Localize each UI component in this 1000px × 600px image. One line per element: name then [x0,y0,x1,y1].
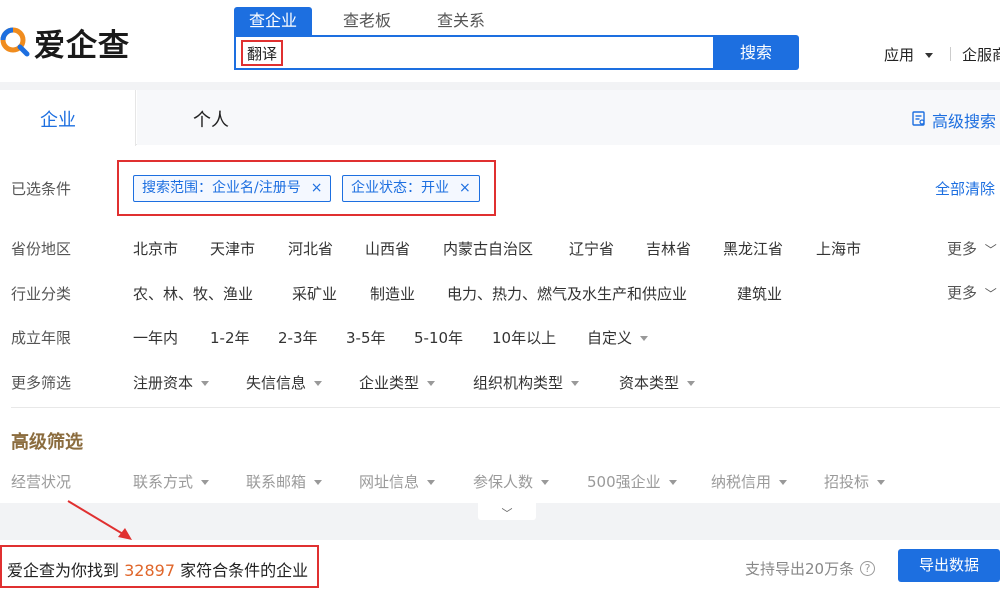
industry-more-button[interactable]: 更多 ﹀ [947,282,997,303]
advanced-filter-title: 高级筛选 [11,432,83,453]
chevron-down-icon: ﹀ [984,243,997,257]
chevron-down-icon: ﹀ [501,507,513,520]
logo-text: 爱企查 [34,27,130,64]
advanced-filter-dropdown[interactable]: 招投标 [824,471,885,492]
collapse-button[interactable]: ﹀ [478,502,536,520]
industry-option[interactable]: 制造业 [370,283,415,304]
advanced-filter-dropdown[interactable]: 联系邮箱 [246,471,322,492]
close-icon[interactable]: × [311,180,323,196]
industry-label: 行业分类 [11,285,72,303]
tab-company[interactable]: 企业 [0,90,136,146]
region-option[interactable]: 河北省 [288,238,333,259]
region-option[interactable]: 黑龙江省 [723,238,783,259]
advanced-filter-dropdown[interactable]: 参保人数 [473,471,549,492]
selected-conditions-label: 已选条件 [11,180,72,198]
advanced-search-label: 高级搜索 [932,112,997,131]
tab-search-relation[interactable]: 查关系 [422,7,500,35]
industry-option[interactable]: 电力、热力、燃气及水生产和供应业 [447,283,687,304]
filter-dropdown[interactable]: 企业类型 [359,372,435,393]
more-label: 更多 [947,284,978,302]
search-type-tabs: 查企业 查老板 查关系 [234,7,516,35]
help-icon[interactable]: ? [860,561,876,576]
advanced-search-link[interactable]: 高级搜索 [912,108,996,132]
section-gap [0,82,1000,90]
logo-magnifier-icon [0,27,30,57]
tab-search-company[interactable]: 查企业 [234,7,312,35]
result-prefix: 爱企查为你找到 [7,561,120,580]
filter-dropdown[interactable]: 组织机构类型 [473,372,579,393]
section-divider [11,407,1000,408]
region-option[interactable]: 辽宁省 [569,238,614,259]
annotation-arrow-icon [67,500,132,540]
age-option[interactable]: 2-3年 [278,327,318,348]
close-icon[interactable]: × [459,180,471,196]
region-option[interactable]: 山西省 [365,238,410,259]
advanced-filter-dropdown[interactable]: 网址信息 [359,471,435,492]
region-option[interactable]: 天津市 [210,238,255,259]
qifu-link[interactable]: 企服商 [962,44,1000,65]
advanced-filter-dropdown[interactable]: 500强企业 [587,471,677,492]
top-header: 爱企查 查企业 查老板 查关系 翻译 搜索 应用 企服商 [0,0,1000,82]
logo[interactable]: 爱企查 [0,20,130,64]
advanced-filter-dropdown[interactable]: 纳税信用 [711,471,787,492]
more-label: 更多 [947,240,978,258]
region-label: 省份地区 [11,240,72,258]
age-option[interactable]: 3-5年 [346,327,386,348]
export-hint: 支持导出20万条 ? [745,558,876,579]
app-menu[interactable]: 应用 [884,44,933,65]
advanced-filter-dropdown[interactable]: 联系方式 [133,471,209,492]
filter-chip-label: 企业状态：开业 [351,180,449,196]
age-option[interactable]: 1-2年 [210,327,250,348]
filter-chip-scope[interactable]: 搜索范围：企业名/注册号 × [133,175,332,202]
industry-option[interactable]: 采矿业 [292,283,337,304]
filter-chip-label: 搜索范围：企业名/注册号 [142,180,301,196]
age-option[interactable]: 5-10年 [414,327,463,348]
app-menu-label: 应用 [884,46,915,64]
result-count: 32897 [124,561,176,580]
filter-chip-status[interactable]: 企业状态：开业 × [342,175,480,202]
caret-down-icon [924,53,933,58]
result-suffix: 家符合条件的企业 [180,561,309,580]
region-option[interactable]: 上海市 [816,238,861,259]
search-input[interactable]: 翻译 [234,35,714,70]
chevron-down-icon: ﹀ [984,287,997,301]
header-divider [950,47,951,61]
export-data-button[interactable]: 导出数据 [898,549,1000,582]
clear-all-button[interactable]: 全部清除 [935,178,995,199]
entity-tab-bar-background [137,90,1000,145]
founded-age-label: 成立年限 [11,329,72,347]
industry-option[interactable]: 农、林、牧、渔业 [133,283,253,304]
region-more-button[interactable]: 更多 ﹀ [947,238,997,259]
tab-person[interactable]: 个人 [193,106,229,132]
business-status-label: 经营状况 [11,473,72,491]
industry-option[interactable]: 建筑业 [737,283,782,304]
search-button[interactable]: 搜索 [713,35,799,70]
result-summary: 爱企查为你找到 32897 家符合条件的企业 [7,557,308,581]
region-option[interactable]: 吉林省 [646,238,691,259]
document-filter-icon [912,110,926,130]
region-option[interactable]: 北京市 [133,238,178,259]
region-option[interactable]: 内蒙古自治区 [443,238,533,259]
age-custom-dropdown[interactable]: 自定义 [587,327,648,348]
more-filters-label: 更多筛选 [11,374,72,392]
filter-dropdown[interactable]: 失信信息 [246,372,322,393]
search-input-value: 翻译 [241,40,284,66]
age-option[interactable]: 10年以上 [492,327,556,348]
filter-dropdown[interactable]: 资本类型 [619,372,695,393]
filter-dropdown[interactable]: 注册资本 [133,372,209,393]
export-hint-text: 支持导出20万条 [745,560,855,578]
age-option[interactable]: 一年内 [133,327,178,348]
tab-company-label: 企业 [40,110,76,131]
tab-search-boss[interactable]: 查老板 [328,7,406,35]
